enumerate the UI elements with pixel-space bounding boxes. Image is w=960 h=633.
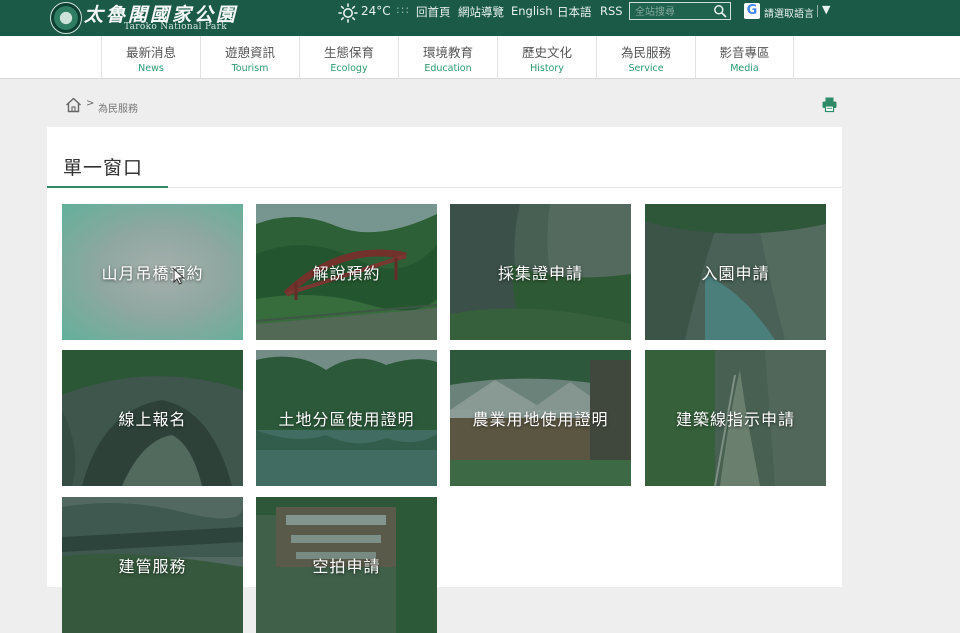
breadcrumb-separator: >: [86, 98, 95, 109]
nav-label-zh: 環境教育: [422, 45, 473, 60]
tile-label: 入園申請: [701, 264, 770, 283]
service-tile-interpretation[interactable]: 解說預約: [256, 204, 437, 340]
service-tile-collection-permit[interactable]: 採集證申請: [450, 204, 631, 340]
service-tile-building-line[interactable]: 建築線指示申請: [645, 350, 826, 486]
accesskey-marker[interactable]: :::: [396, 3, 410, 16]
park-emblem-icon[interactable]: [50, 2, 82, 34]
tile-label: 線上報名: [118, 410, 187, 429]
nav-label-zh: 生態保育: [323, 45, 374, 60]
sitemap-link[interactable]: 網站導覽: [458, 4, 504, 20]
language-select[interactable]: 請選取語言: [764, 5, 814, 20]
nav-label-en: Education: [424, 63, 472, 74]
page-title: 單一窗口: [63, 157, 144, 179]
service-tile-agricultural-land-certificate[interactable]: 農業用地使用證明: [450, 350, 631, 486]
nav-item-tourism[interactable]: 遊憩資訊 Tourism: [200, 36, 299, 78]
tile-label: 農業用地使用證明: [472, 410, 609, 429]
print-icon[interactable]: [821, 96, 838, 113]
home-icon[interactable]: [65, 97, 82, 113]
tile-label: 採集證申請: [497, 264, 583, 283]
main-navigation: 最新消息 News 遊憩資訊 Tourism 生態保育 Ecology 環境教育…: [0, 36, 960, 79]
home-link[interactable]: 回首頁: [416, 4, 451, 20]
tile-label: 山月吊橋預約: [101, 264, 204, 283]
nav-label-zh: 最新消息: [125, 45, 176, 60]
nav-label-zh: 歷史文化: [521, 45, 572, 60]
sun-weather-icon: [338, 3, 358, 23]
title-accent-bar: [47, 186, 168, 188]
breadcrumb-current[interactable]: 為民服務: [98, 100, 138, 115]
chevron-down-icon[interactable]: ▼: [822, 3, 830, 16]
tile-label: 建管服務: [118, 557, 187, 576]
top-bar: 太魯閣國家公園 Taroko National Park 24°C ::: 回首…: [0, 0, 960, 36]
japanese-link[interactable]: 日本語: [557, 4, 592, 20]
service-tile-construction-management[interactable]: 建管服務: [62, 497, 243, 633]
site-logo-subtitle: Taroko National Park: [124, 22, 227, 32]
nav-label-zh: 遊憩資訊: [224, 45, 275, 60]
search-icon[interactable]: [713, 4, 727, 18]
nav-item-ecology[interactable]: 生態保育 Ecology: [299, 36, 398, 78]
tile-label: 空拍申請: [312, 557, 381, 576]
temperature-readout: 24°C: [361, 4, 391, 18]
site-search: [629, 2, 731, 21]
nav-label-en: News: [138, 63, 164, 74]
service-tile-suspension-bridge[interactable]: 山月吊橋預約: [62, 204, 243, 340]
service-tile-entry-permit[interactable]: 入園申請: [645, 204, 826, 340]
tile-label: 土地分區使用證明: [278, 410, 415, 429]
nav-item-education[interactable]: 環境教育 Education: [398, 36, 497, 78]
nav-label-en: History: [530, 63, 564, 74]
nav-item-news[interactable]: 最新消息 News: [101, 36, 200, 78]
google-translate-icon[interactable]: G: [744, 3, 760, 19]
nav-label-zh: 為民服務: [620, 45, 671, 60]
mouse-pointer-icon: [173, 268, 185, 285]
tile-label: 解說預約: [312, 264, 381, 283]
rss-link[interactable]: RSS: [600, 4, 623, 18]
nav-label-en: Ecology: [330, 63, 368, 74]
service-tile-aerial-photography[interactable]: 空拍申請: [256, 497, 437, 633]
nav-item-history[interactable]: 歷史文化 History: [497, 36, 596, 78]
service-tile-land-zoning-certificate[interactable]: 土地分區使用證明: [256, 350, 437, 486]
nav-label-en: Media: [730, 63, 759, 74]
service-tile-online-registration[interactable]: 線上報名: [62, 350, 243, 486]
nav-label-zh: 影音專區: [719, 45, 770, 60]
search-input[interactable]: [633, 3, 715, 21]
tile-label: 建築線指示申請: [675, 410, 795, 429]
nav-label-en: Service: [628, 63, 664, 74]
nav-label-en: Tourism: [231, 63, 269, 74]
nav-item-media[interactable]: 影音專區 Media: [695, 36, 794, 78]
divider: [817, 5, 818, 17]
english-link[interactable]: English: [511, 4, 553, 18]
nav-item-service[interactable]: 為民服務 Service: [596, 36, 695, 78]
